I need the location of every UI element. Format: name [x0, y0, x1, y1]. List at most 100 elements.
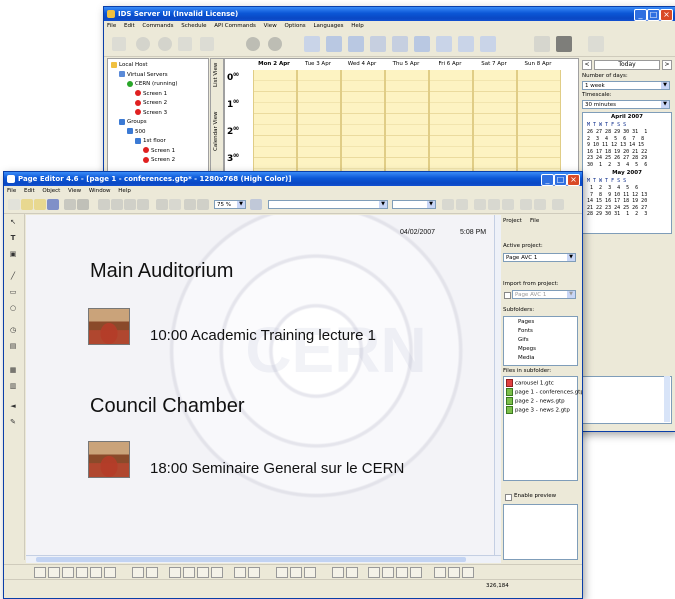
- clock-tool-icon[interactable]: ◷: [8, 326, 18, 334]
- align-icon[interactable]: [184, 199, 196, 210]
- order-2-icon[interactable]: [346, 567, 358, 578]
- editor-menu-window[interactable]: Window: [86, 188, 114, 194]
- horizontal-scrollbar[interactable]: [26, 555, 501, 563]
- grid-icon[interactable]: [534, 36, 550, 52]
- slide-canvas[interactable]: CERN 04/02/2007 5:08 PM Main Auditorium …: [26, 215, 494, 555]
- day-column-cells[interactable]: [385, 70, 429, 178]
- search-icon[interactable]: [326, 36, 342, 52]
- ids-menu-languages[interactable]: Languages: [310, 23, 346, 29]
- image-icon[interactable]: [250, 199, 262, 210]
- open-folder-icon[interactable]: [34, 199, 46, 210]
- tree-node[interactable]: 1st floor: [135, 137, 166, 145]
- grid-c-icon[interactable]: [304, 567, 316, 578]
- day-column-cells[interactable]: [517, 70, 561, 178]
- editor-menu-view[interactable]: View: [65, 188, 84, 194]
- ids-minimize-button[interactable]: _: [634, 9, 647, 21]
- border-icon[interactable]: [552, 199, 564, 210]
- ids-menu-view[interactable]: View: [261, 23, 280, 29]
- calendar-week-row[interactable]: 26 27 28 29 30 31 1: [587, 129, 647, 136]
- day-column-cells[interactable]: [297, 70, 341, 178]
- target-icon[interactable]: [136, 37, 150, 51]
- day-column-header[interactable]: Mon 2 Apr: [253, 60, 295, 69]
- cut-icon[interactable]: [98, 199, 110, 210]
- delete-icon[interactable]: [137, 199, 149, 210]
- order-1-icon[interactable]: [332, 567, 344, 578]
- rectangle-tool-icon[interactable]: ▭: [8, 288, 18, 296]
- line-tool-icon[interactable]: ╱: [8, 272, 18, 280]
- calendar-week-row[interactable]: 1 2 3 4 5 6: [587, 185, 647, 192]
- chart-icon[interactable]: [304, 36, 320, 52]
- layer-4-icon[interactable]: [211, 567, 223, 578]
- record-icon[interactable]: [268, 37, 282, 51]
- preview-page-icon[interactable]: [434, 567, 446, 578]
- day-column-header[interactable]: Sat 7 Apr: [473, 60, 515, 69]
- day-column-cells[interactable]: [473, 70, 517, 178]
- sound-tool-icon[interactable]: ◄: [8, 402, 18, 410]
- today-button[interactable]: Today: [594, 60, 660, 70]
- editor-menu-object[interactable]: Object: [39, 188, 63, 194]
- align-left-icon[interactable]: [474, 199, 486, 210]
- layer-3-icon[interactable]: [197, 567, 209, 578]
- nav-prev-button[interactable]: <: [582, 60, 592, 70]
- day-column-header[interactable]: Fri 6 Apr: [429, 60, 471, 69]
- enable-preview-checkbox[interactable]: [505, 494, 512, 501]
- bold-icon[interactable]: [442, 199, 454, 210]
- grid-v-icon[interactable]: [290, 567, 302, 578]
- sync-icon[interactable]: [370, 36, 386, 52]
- monitor-icon[interactable]: [414, 36, 430, 52]
- text-tool-icon[interactable]: T: [8, 234, 18, 242]
- tree-node[interactable]: Screen 1: [143, 147, 175, 155]
- settings-icon[interactable]: [588, 36, 604, 52]
- align-center-icon[interactable]: [488, 199, 500, 210]
- file-item[interactable]: page 1 - conferences.gtp: [506, 388, 582, 396]
- list-icon[interactable]: [197, 199, 209, 210]
- ellipse-tool-icon[interactable]: ○: [8, 304, 18, 312]
- tree-node[interactable]: 500: [127, 128, 146, 136]
- redo-icon[interactable]: [169, 199, 181, 210]
- timescale-select[interactable]: 30 minutes ▼: [582, 100, 670, 109]
- distribute-v-icon[interactable]: [90, 567, 102, 578]
- day-column-cells[interactable]: [429, 70, 473, 178]
- ids-menu-edit[interactable]: Edit: [121, 23, 138, 29]
- ids-menu-schedule[interactable]: Schedule: [178, 23, 209, 29]
- open-icon[interactable]: [21, 199, 33, 210]
- send-back-icon[interactable]: [104, 567, 116, 578]
- layer-2-icon[interactable]: [183, 567, 195, 578]
- calendar-week-row[interactable]: 21 22 23 24 25 26 27: [587, 205, 647, 212]
- editor-close-button[interactable]: ×: [567, 174, 580, 186]
- new-icon[interactable]: [112, 37, 126, 51]
- text-color-icon[interactable]: [534, 199, 546, 210]
- ids-menu-api-commands[interactable]: API Commands: [211, 23, 259, 29]
- resize-icon[interactable]: [248, 567, 260, 578]
- undo-icon[interactable]: [178, 37, 192, 51]
- align-bottom-icon[interactable]: [62, 567, 74, 578]
- calendar-week-row[interactable]: 14 15 16 17 18 19 20: [587, 198, 647, 205]
- subfolder-item[interactable]: Pages: [518, 318, 534, 326]
- tree-node[interactable]: Groups: [119, 118, 147, 126]
- subfolder-item[interactable]: Gifs: [518, 336, 529, 344]
- file-item[interactable]: carousel 1.gtc: [506, 379, 554, 387]
- size-select[interactable]: ▼: [392, 200, 436, 209]
- ids-close-button[interactable]: ×: [660, 9, 673, 21]
- layer-1-icon[interactable]: [169, 567, 181, 578]
- calendar-week-row[interactable]: 23 24 25 26 27 28 29: [587, 155, 647, 162]
- graph3-icon[interactable]: [480, 36, 496, 52]
- align-right-icon[interactable]: [502, 199, 514, 210]
- file-item[interactable]: page 3 - news 2.gtp: [506, 406, 570, 414]
- tree-node[interactable]: Local Host: [111, 61, 148, 69]
- day-column-header[interactable]: Tue 3 Apr: [297, 60, 339, 69]
- align-middle-icon[interactable]: [48, 567, 60, 578]
- side-scrollbar[interactable]: [664, 376, 670, 422]
- grid-h-icon[interactable]: [276, 567, 288, 578]
- image-tool-icon[interactable]: ▣: [8, 250, 18, 258]
- undo-icon[interactable]: [156, 199, 168, 210]
- editor-maximize-button[interactable]: □: [554, 174, 567, 186]
- subfolder-item[interactable]: Mpegs: [518, 345, 536, 353]
- tab-file[interactable]: File: [530, 218, 539, 224]
- group-icon[interactable]: [132, 567, 144, 578]
- paste-format-icon[interactable]: [382, 567, 394, 578]
- tree-node[interactable]: Virtual Servers: [119, 71, 168, 79]
- tree-node[interactable]: Screen 2: [143, 156, 175, 164]
- save-icon[interactable]: [47, 199, 59, 210]
- day-column-header[interactable]: Sun 8 Apr: [517, 60, 559, 69]
